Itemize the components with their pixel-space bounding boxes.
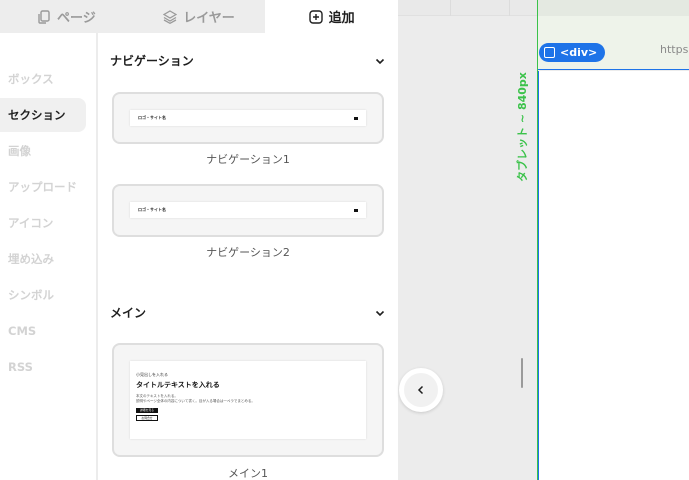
preview-body: 本文のテキストを入れる。 説明やページ全体の内容について書く。目が入る場合は一ペ…	[136, 394, 360, 404]
tab-layers-label: レイヤー	[183, 11, 235, 26]
menu-icon	[354, 208, 358, 212]
component-card-navigation1[interactable]: ロゴ・サイト名	[112, 92, 384, 144]
tab-add-label: 追加	[328, 11, 355, 26]
preview-url-text: https	[660, 43, 689, 56]
collapse-panel-button[interactable]	[399, 368, 443, 412]
preview-body-line: 説明やページ全体の内容について書く。目が入る場合は一ペラでまとめる。	[136, 398, 255, 403]
canvas-ruler	[398, 0, 538, 16]
nav-preview-strip: ロゴ・サイト名	[130, 110, 366, 126]
preview-small-heading: 小見出しを入れる	[136, 372, 168, 377]
category-upload[interactable]: アップロード	[0, 170, 86, 204]
pages-icon	[38, 9, 50, 24]
section-title: ナビゲーション	[110, 54, 194, 68]
panel-tab-bar: ページ レイヤー 追加	[0, 0, 399, 33]
section-header-navigation[interactable]: ナビゲーション	[110, 52, 386, 69]
category-image[interactable]: 画像	[0, 134, 86, 168]
component-label: ナビゲーション2	[206, 246, 290, 259]
element-badge-label: <div>	[560, 46, 598, 59]
plus-square-icon	[308, 9, 323, 24]
element-badge[interactable]: <div>	[539, 43, 606, 62]
category-cms[interactable]: CMS	[0, 314, 86, 348]
menu-icon	[354, 116, 358, 120]
preview-secondary-button: お問合せ	[136, 414, 158, 421]
category-rss[interactable]: RSS	[0, 350, 86, 384]
checkbox-icon	[544, 47, 555, 58]
section-title: メイン	[110, 306, 147, 320]
category-box[interactable]: ボックス	[0, 62, 86, 96]
chevron-left-icon	[417, 385, 424, 395]
component-label: ナビゲーション1	[206, 153, 290, 166]
nav-preview-logo: ロゴ・サイト名	[138, 115, 166, 120]
tab-layers[interactable]: レイヤー	[133, 0, 266, 33]
collapse-button-inner	[404, 373, 438, 407]
ruler-divider	[450, 0, 451, 16]
main-preview: 小見出しを入れる タイトルテキストを入れる 本文のテキストを入れる。 説明やペー…	[130, 361, 366, 439]
component-panel: ナビゲーション ロゴ・サイト名 ナビゲーション1 ロゴ・サイト名 ナビゲーション…	[98, 33, 398, 480]
layers-icon	[163, 9, 178, 24]
tab-add[interactable]: 追加	[265, 0, 399, 33]
chevron-down-icon	[375, 58, 385, 64]
preview-body-area[interactable]	[538, 71, 689, 480]
category-embed[interactable]: 埋め込み	[0, 242, 86, 276]
resize-handle[interactable]	[521, 358, 523, 388]
component-label: メイン1	[228, 467, 268, 480]
chevron-down-icon	[375, 310, 385, 316]
category-symbol[interactable]: シンボル	[0, 278, 86, 312]
breakpoint-label-text: タブレット ~ 840px	[516, 72, 529, 182]
section-header-main[interactable]: メイン	[110, 304, 386, 321]
component-card-main1[interactable]: 小見出しを入れる タイトルテキストを入れる 本文のテキストを入れる。 説明やペー…	[112, 343, 384, 457]
preview-frame: https <div>	[537, 0, 689, 480]
component-card-navigation2[interactable]: ロゴ・サイト名	[112, 184, 384, 237]
category-icon[interactable]: アイコン	[0, 206, 86, 240]
preview-primary-button: 詳細を見る	[136, 407, 158, 413]
nav-preview-logo: ロゴ・サイト名	[138, 207, 166, 212]
category-sidebar: ボックス セクション 画像 アップロード アイコン 埋め込み シンボル CMS …	[0, 33, 97, 480]
preview-title: タイトルテキストを入れる	[136, 381, 220, 389]
ruler-divider	[509, 0, 510, 16]
preview-top-strip	[538, 0, 689, 16]
nav-preview-strip: ロゴ・サイト名	[130, 202, 366, 218]
breakpoint-label: タブレット ~ 840px	[512, 72, 532, 182]
tab-pages[interactable]: ページ	[0, 0, 133, 33]
category-section[interactable]: セクション	[0, 98, 86, 132]
tab-pages-label: ページ	[56, 11, 96, 26]
